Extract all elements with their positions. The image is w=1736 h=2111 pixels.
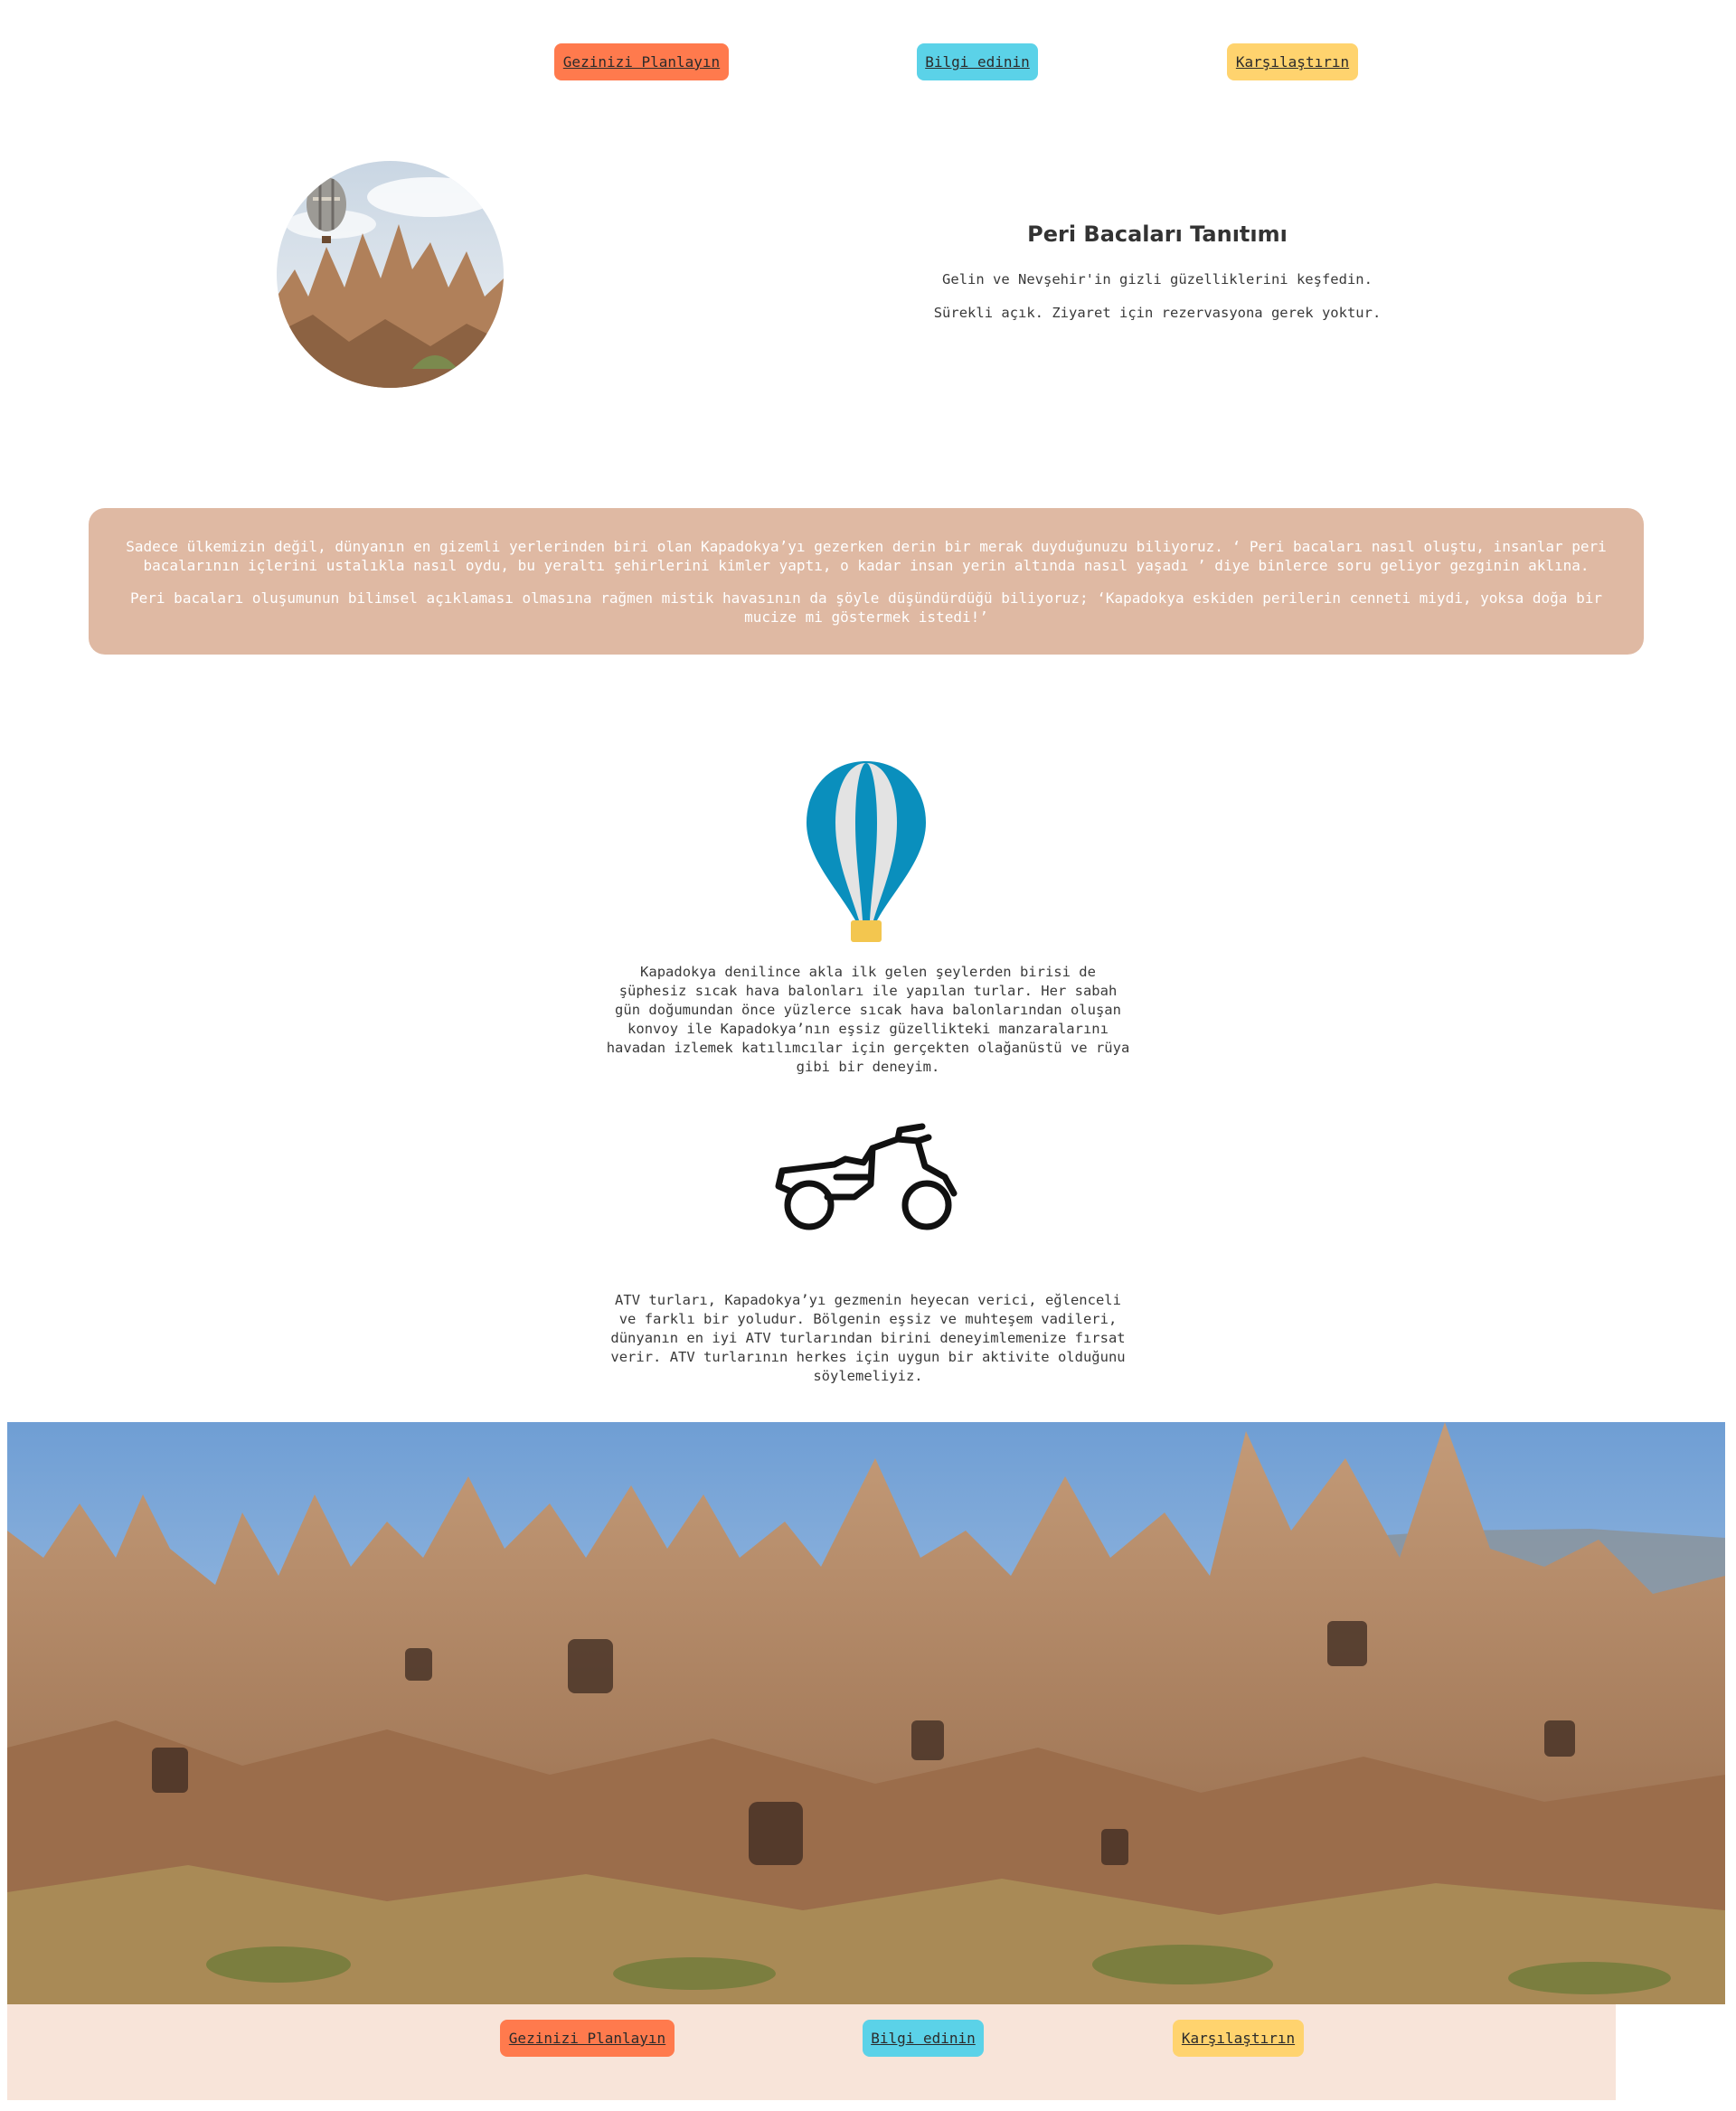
hot-air-balloon-icon [807, 761, 926, 942]
intro-line-2: Sürekli açık. Ziyaret için rezervasyona … [933, 305, 1382, 321]
learn-more-button[interactable]: Bilgi edinin [917, 43, 1038, 80]
footer-learn-more-button[interactable]: Bilgi edinin [863, 2020, 984, 2057]
info-paragraph-1: Sadece ülkemizin değil, dünyanın en gize… [126, 538, 1607, 574]
atv-tour-text: ATV turları, Kapadokya’yı gezmenin heyec… [610, 1292, 1126, 1384]
footer-plan-trip-button[interactable]: Gezinizi Planlayın [500, 2020, 675, 2057]
cappadocia-panorama-photo [7, 1422, 1725, 2004]
compare-button[interactable]: Karşılaştırın [1227, 43, 1358, 80]
info-box: Sadece ülkemizin değil, dünyanın en gize… [89, 508, 1644, 655]
intro-title: Peri Bacaları Tanıtımı [1027, 221, 1288, 247]
footer-nav: Gezinizi Planlayın Bilgi edinin Karşılaş… [7, 2004, 1616, 2100]
footer-compare-button[interactable]: Karşılaştırın [1173, 2020, 1304, 2057]
hero-fairy-chimneys-photo [277, 161, 504, 388]
intro-line-1: Gelin ve Nevşehir'in gizli güzelliklerin… [942, 271, 1373, 287]
info-paragraph-2: Peri bacaları oluşumunun bilimsel açıkla… [130, 589, 1602, 626]
balloon-tour-text: Kapadokya denilince akla ilk gelen şeyle… [606, 964, 1130, 1075]
panorama-illustration [7, 1422, 1725, 2004]
hero-photo-illustration [277, 161, 504, 388]
atv-icon [775, 1123, 958, 1230]
plan-trip-button[interactable]: Gezinizi Planlayın [554, 43, 729, 80]
